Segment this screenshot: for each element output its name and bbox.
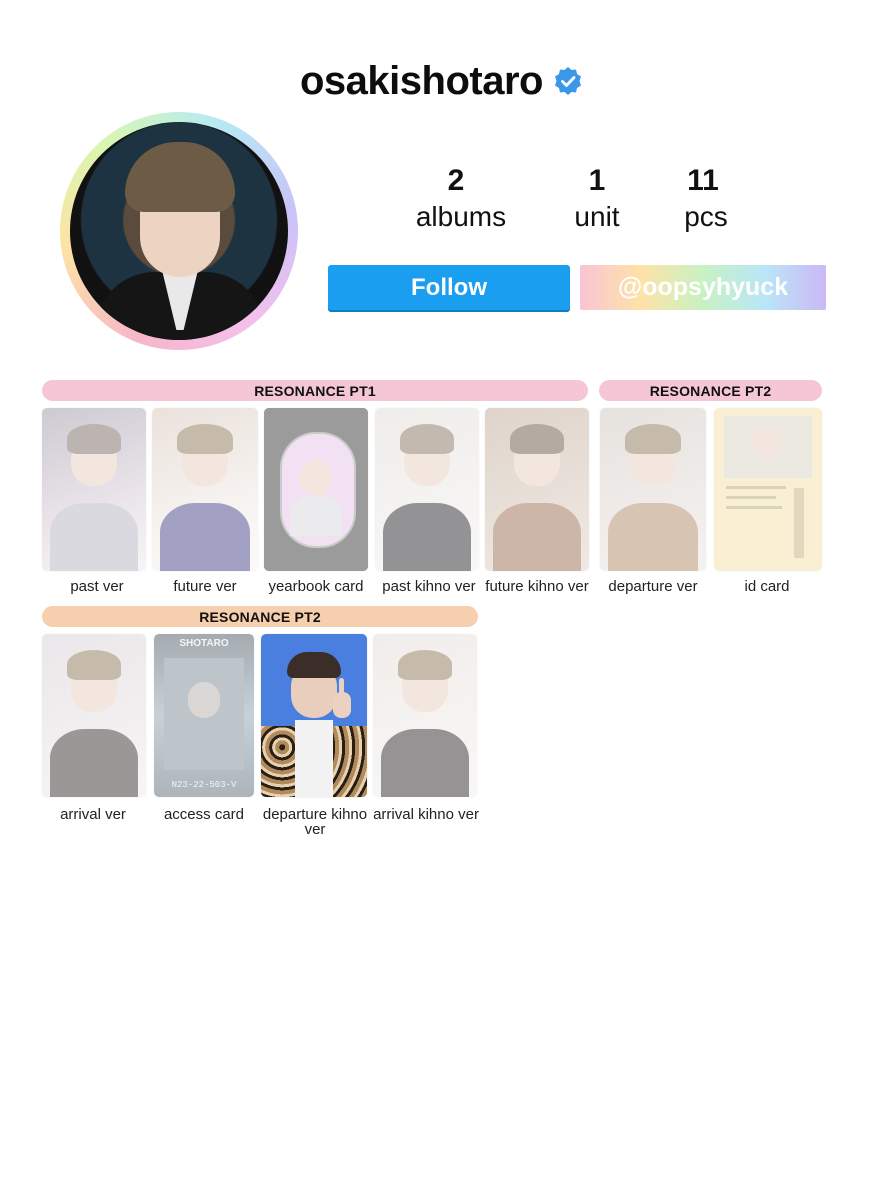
username: osakishotaro — [300, 58, 543, 103]
caption-arrival-kihno-ver: arrival kihno ver — [373, 806, 479, 823]
avatar — [70, 122, 288, 340]
stat-albums-label: albums — [415, 201, 507, 232]
stat-albums: 2 albums — [396, 163, 526, 235]
photocard-future-kihno-ver[interactable] — [485, 408, 589, 571]
caption-departure-kihno-ver: departure kihno ver — [262, 806, 368, 838]
access-card-top-text: SHOTARO — [179, 638, 229, 649]
caption-id-card: id card — [744, 578, 790, 595]
photocard-yearbook-card[interactable] — [264, 408, 368, 571]
stat-pcs-value: 11 — [687, 164, 719, 197]
caption-future-kihno-ver: future kihno ver — [485, 578, 589, 595]
avatar-ring[interactable] — [60, 112, 298, 350]
photocard-arrival-kihno-ver[interactable] — [373, 634, 477, 797]
section-title-resonance-pt2: RESONANCE PT2 — [599, 380, 822, 401]
caption-yearbook-card: yearbook card — [268, 578, 364, 595]
photocard-access-card[interactable]: SHOTARO N23-22-503-V — [154, 634, 254, 797]
section-title-resonance-pt1: RESONANCE PT1 — [42, 380, 588, 401]
section-title-resonance-pt2-b: RESONANCE PT2 — [42, 606, 478, 627]
follow-button[interactable]: Follow — [328, 265, 570, 310]
photocard-id-card[interactable] — [714, 408, 822, 571]
stat-albums-value: 2 — [447, 164, 465, 197]
stat-pcs-label: pcs — [684, 201, 728, 232]
profile-username-row: osakishotaro — [300, 55, 583, 107]
caption-past-ver: past ver — [70, 578, 124, 595]
caption-access-card: access card — [163, 806, 245, 823]
caption-past-kihno-ver: past kihno ver — [382, 578, 476, 595]
caption-arrival-ver: arrival ver — [60, 806, 126, 823]
photocard-past-ver[interactable] — [42, 408, 146, 571]
photocard-arrival-ver[interactable] — [42, 634, 146, 797]
photocard-future-ver[interactable] — [152, 408, 258, 571]
caption-future-ver: future ver — [173, 578, 237, 595]
verified-badge-icon — [553, 66, 583, 96]
caption-departure-ver: departure ver — [608, 578, 698, 595]
photocard-departure-ver[interactable] — [600, 408, 706, 571]
photocard-past-kihno-ver[interactable] — [375, 408, 479, 571]
photocard-departure-kihno-ver[interactable] — [261, 634, 367, 797]
handle-button[interactable]: @oopsyhyuck — [580, 265, 826, 310]
stat-pcs: 11 pcs — [641, 163, 771, 235]
access-card-bottom-text: N23-22-503-V — [171, 780, 237, 790]
